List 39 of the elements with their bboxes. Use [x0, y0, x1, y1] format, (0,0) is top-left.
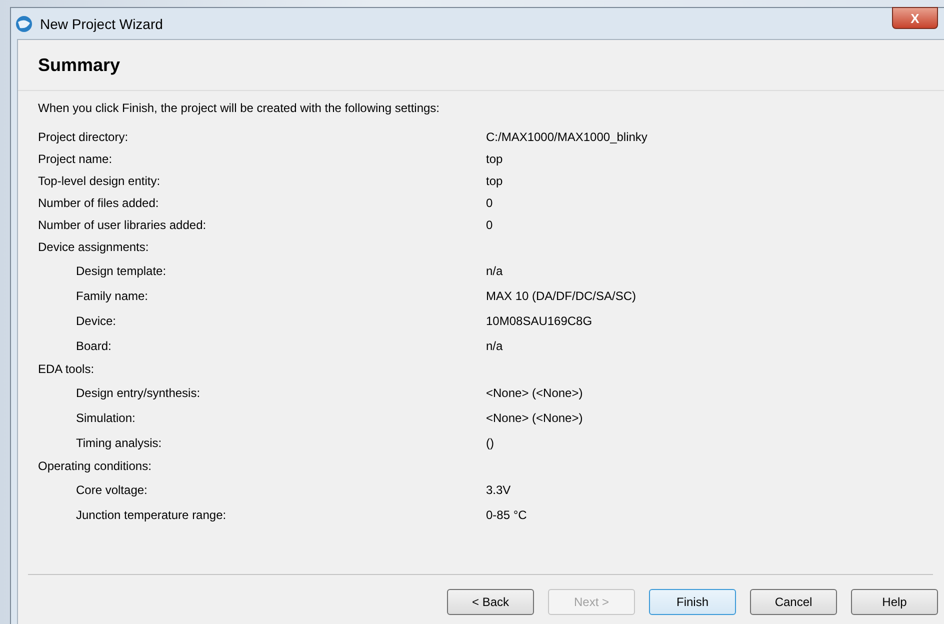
setting-label: EDA tools: — [38, 362, 96, 376]
setting-value: <None> (<None>) — [486, 386, 583, 400]
intro-text: When you click Finish, the project will be created with the following settings: — [38, 101, 441, 115]
setting-value: MAX 10 (DA/DF/DC/SA/SC) — [486, 288, 636, 302]
setting-label: Number of files added: — [38, 196, 160, 210]
setting-value: 3.3V — [486, 482, 511, 496]
dialog-button[interactable]: Help — [851, 589, 938, 615]
setting-value: <None> (<None>) — [486, 410, 583, 424]
setting-label: Junction temperature range: — [75, 508, 228, 522]
setting-value: top — [486, 174, 503, 188]
setting-label: Design template: — [75, 264, 168, 278]
setting-value: 0 — [486, 196, 493, 210]
setting-label: Device: — [75, 314, 118, 328]
setting-label: Top-level design entity: — [38, 174, 162, 188]
setting-label: Design entry/synthesis: — [75, 386, 202, 400]
setting-value: 0 — [486, 218, 493, 232]
dialog-button[interactable]: Finish — [649, 589, 736, 615]
setting-label: Number of user libraries added: — [38, 218, 208, 232]
window-title: New Project Wizard — [40, 16, 164, 32]
setting-label: Device assignments: — [38, 240, 150, 254]
page-heading: Summary — [38, 55, 122, 76]
setting-label: Board: — [75, 338, 112, 352]
setting-label: Timing analysis: — [75, 436, 163, 450]
setting-value: top — [486, 152, 503, 166]
dialog-button[interactable]: < Back — [447, 589, 534, 615]
setting-label: Project name: — [38, 152, 114, 166]
setting-value: 0-85 °C — [486, 508, 527, 522]
setting-value: n/a — [486, 264, 503, 278]
setting-value: 10M08SAU169C8G — [486, 314, 592, 328]
setting-label: Project directory: — [38, 130, 130, 144]
setting-label: Operating conditions: — [38, 459, 152, 473]
setting-value: n/a — [486, 338, 503, 352]
setting-value: () — [486, 436, 494, 450]
setting-label: Family name: — [75, 288, 150, 302]
setting-label: Simulation: — [75, 410, 136, 424]
globe-icon — [15, 14, 33, 32]
setting-value: C:/MAX1000/MAX1000_blinky — [486, 130, 648, 144]
setting-label: Core voltage: — [75, 482, 148, 496]
dialog-button[interactable]: Cancel — [750, 589, 837, 615]
